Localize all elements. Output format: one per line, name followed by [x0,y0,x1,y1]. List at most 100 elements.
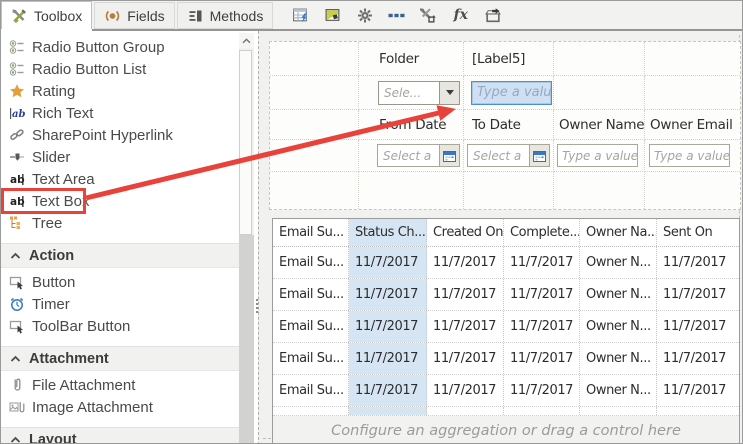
grid-cell [270,172,359,209]
section-header-action[interactable]: Action [1,243,239,268]
publish-icon[interactable] [481,4,504,26]
gear-icon[interactable] [353,4,376,26]
column-header-created-on[interactable]: Created On [427,219,504,246]
expression-fx-icon[interactable]: fx [449,4,472,26]
tab-label: Fields [127,7,165,24]
toolbox-item-toolbar-button[interactable]: ToolBar Button [1,315,239,337]
table-cell: Email Su... [273,279,349,310]
table-row[interactable]: Email Su... 11/7/2017 11/7/2017 11/7/2017 Ow… [273,311,739,343]
folder-dropdown[interactable]: Sele... [378,80,460,105]
scrollbar-thumb[interactable] [239,50,252,235]
grid-cell [554,172,645,209]
tab-fields[interactable]: Fields [94,2,175,29]
table-cell: Email Su... [273,343,349,374]
toolbox-item-radio-button-group[interactable]: Radio Button Group [1,36,239,58]
table-cell: 11/7/2017 [427,279,504,310]
aggregation-drop-area[interactable]: Configure an aggregation or drag a contr… [273,416,739,443]
from-date-label[interactable]: From Date [359,117,447,133]
folder-label[interactable]: Folder [359,51,419,67]
toolbox-item-label: Text Box [32,192,90,210]
calendar-icon[interactable] [439,145,459,166]
toolbox-item-tree[interactable]: Tree [1,212,239,234]
toolbox-item-sharepoint-hyperlink[interactable]: SharePoint Hyperlink [1,124,239,146]
scrollbar-track[interactable] [239,235,254,443]
grid-cell [645,76,740,110]
table-cell: 11/7/2017 [349,343,427,374]
dropdown-arrow-icon[interactable] [439,81,459,104]
grid-cell [464,172,554,209]
owner-email-textbox[interactable]: Type a value [649,144,730,167]
toolbox-item-text-area[interactable]: ab Text Area [1,168,239,190]
toolbox-item-file-attachment[interactable]: File Attachment [1,374,239,396]
table-cell: 11/7/2017 [427,311,504,342]
to-date-picker[interactable]: Select a [467,144,550,167]
toolbox-item-button[interactable]: Button [1,271,239,293]
grid-cell: Owner Email [645,110,740,140]
toolbox-item-image-attachment[interactable]: Image Attachment [1,396,239,418]
table-cell [427,407,504,415]
to-date-label[interactable]: To Date [464,117,521,133]
column-header-complete[interactable]: Complete... [504,219,580,246]
table-cell: 11/7/2017 [349,247,427,278]
toolbox-item-slider[interactable]: Slider [1,146,239,168]
toolbox-item-radio-button-list[interactable]: Radio Button List [1,58,239,80]
from-date-picker[interactable]: Select a [377,144,460,167]
table-row[interactable]: Email Su... 11/7/2017 11/7/2017 11/7/2017 Ow… [273,343,739,375]
svg-text:ab: ab [12,109,25,120]
more-options-icon[interactable] [385,4,408,26]
textbox-placeholder: Type a value [654,148,729,163]
grid-cell [645,42,740,76]
table-cell: Email Su... [273,247,349,278]
owner-email-label[interactable]: Owner Email [645,117,733,133]
edit-view-icon[interactable] [321,4,344,26]
table-cell: 11/7/2017 [504,343,580,374]
table-cell: Email Su... [273,375,349,406]
owner-name-label[interactable]: Owner Name [554,117,644,133]
toolbar-icon-strip: fx [289,1,504,29]
table-cell: 11/7/2017 [504,279,580,310]
configure-tools-icon[interactable] [417,4,440,26]
column-header-email-su[interactable]: Email Su... [273,219,349,246]
owner-name-textbox[interactable]: Type a value [557,144,638,167]
grid-cell [270,140,359,172]
toolbox-item-label: Text Area [32,170,95,188]
label5-textbox-selected[interactable]: Type a value [471,80,552,105]
calendar-icon[interactable] [529,145,549,166]
toolbox-item-text-box[interactable]: ab Text Box [1,188,239,214]
table-cell: 11/7/2017 [504,375,580,406]
form-layout-grid: Folder [Label5] Sele... Type a value [269,41,741,210]
section-header-layout[interactable]: Layout [1,427,239,444]
sidebar-scrollbar[interactable] [239,33,254,443]
toolbox-tab-icon [11,8,28,24]
grid-cell: To Date [464,110,554,140]
toolbox-item-label: Slider [32,148,71,166]
table-row[interactable]: Email Su... 11/7/2017 11/7/2017 11/7/2017 Ow… [273,375,739,407]
tab-methods[interactable]: Methods [176,2,274,29]
grid-cell: [Label5] [464,42,554,76]
table-cell [349,407,427,415]
scroll-up-icon[interactable] [239,33,254,48]
table-row[interactable]: Email Su... 11/7/2017 11/7/2017 11/7/2017 Ow… [273,279,739,311]
column-header-owner-na[interactable]: Owner Na... [580,219,657,246]
splitter-grip[interactable] [256,299,258,315]
list-view-settings-icon[interactable] [289,4,312,26]
grid-cell [270,76,359,110]
hyperlink-icon [8,127,25,143]
label5-label[interactable]: [Label5] [464,51,525,67]
table-row[interactable]: Email Su... 11/7/2017 11/7/2017 11/7/2017 Ow… [273,247,739,279]
tab-toolbox[interactable]: Toolbox [1,1,93,29]
table-cell [504,407,580,415]
text-box-icon: ab [8,193,25,209]
toolbox-item-rating[interactable]: Rating [1,80,239,102]
table-cell [580,407,657,415]
timer-icon [8,296,25,312]
toolbox-item-rich-text[interactable]: ab Rich Text [1,102,239,124]
column-header-sent-on[interactable]: Sent On [657,219,739,246]
toolbox-item-label: Rich Text [32,104,94,122]
methods-tab-icon [187,8,204,24]
section-header-attachment[interactable]: Attachment [1,346,239,371]
section-header-label: Layout [29,431,77,444]
table-cell: 11/7/2017 [427,247,504,278]
column-header-status-ch[interactable]: Status Ch... [349,219,427,246]
toolbox-item-timer[interactable]: Timer [1,293,239,315]
